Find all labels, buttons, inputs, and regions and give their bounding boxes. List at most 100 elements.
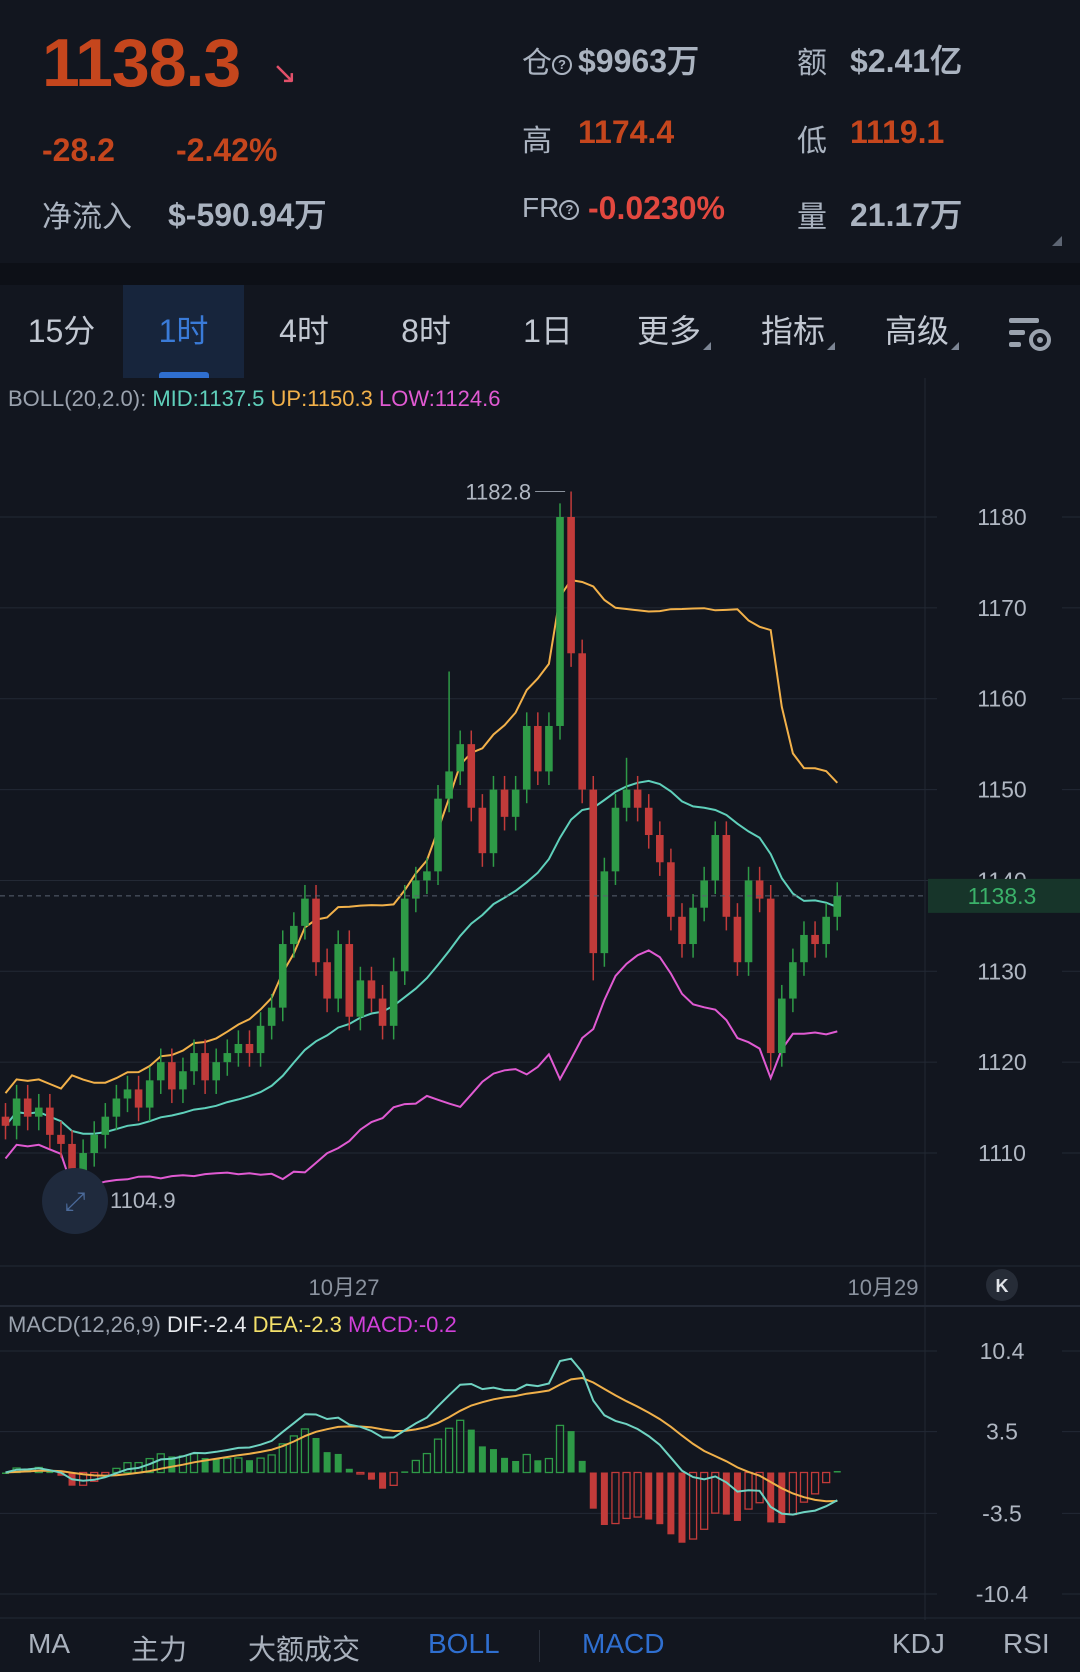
tab-more[interactable]: 更多	[612, 285, 736, 378]
indicator-boll[interactable]: BOLL	[428, 1628, 500, 1660]
candle-body	[201, 1053, 209, 1081]
macd-dif: DIF:-2.4	[166, 1312, 247, 1337]
indicator-ma[interactable]: MA	[28, 1628, 70, 1660]
chart-canvas[interactable]: 118011701160115011401130112011101138.311…	[0, 378, 1080, 1620]
macd-histogram-bar	[688, 1471, 698, 1540]
indicator-large-trades[interactable]: 大额成交	[248, 1628, 360, 1668]
current-price-label: 1138.3	[968, 883, 1037, 909]
dropdown-icon	[703, 342, 711, 350]
indicator-main-force[interactable]: 主力	[131, 1628, 187, 1668]
candle-body	[766, 898, 775, 1054]
price-axis-label: 1150	[977, 777, 1026, 803]
macd-histogram-bar	[212, 1458, 220, 1473]
chart-settings-icon[interactable]	[996, 285, 1066, 378]
tab-15m[interactable]: 15分	[0, 285, 123, 378]
indicator-macd[interactable]: MACD	[582, 1628, 664, 1660]
candle-body	[478, 807, 487, 854]
candlestick-chart[interactable]: 118011701160115011401130112011101138.311…	[0, 378, 1080, 1620]
tab-indicators[interactable]: 指标	[736, 285, 860, 378]
price-change-pct: -2.42%	[176, 132, 278, 168]
indicator-rsi[interactable]: RSI	[1003, 1628, 1050, 1660]
boll-legend: BOLL(20,2.0): MID:1137.5 UP:1150.3 LOW:1…	[8, 386, 501, 412]
macd-histogram-bar	[245, 1460, 253, 1473]
funding-rate-label-text: FR	[522, 192, 560, 223]
macd-histogram-bar	[379, 1472, 387, 1489]
macd-histogram-bar	[267, 1454, 276, 1474]
tab-label: 1时	[158, 313, 209, 349]
expand-corner-icon[interactable]	[1052, 236, 1062, 246]
arrow-down-right-icon: ↘	[272, 57, 298, 90]
macd-histogram-bar	[589, 1472, 597, 1509]
candle-body	[57, 1134, 65, 1144]
macd-histogram-bar	[234, 1457, 243, 1474]
open-interest-value: $9963万	[578, 43, 699, 79]
macd-histogram-bar	[833, 1471, 841, 1473]
macd-histogram-bar	[534, 1460, 542, 1473]
candle-body	[34, 1107, 43, 1117]
macd-histogram-bar	[356, 1471, 365, 1475]
macd-histogram-bar	[223, 1457, 232, 1474]
volume-value: 21.17万	[850, 197, 963, 233]
ticker-header: 1138.3 ↘ -28.2 -2.42% 净流入 $-590.94万 仓? $…	[0, 0, 1080, 263]
candle-body	[545, 725, 553, 772]
dif-line	[5, 1357, 838, 1516]
help-icon[interactable]: ?	[552, 55, 572, 76]
tab-advanced[interactable]: 高级	[860, 285, 984, 378]
tab-label: 8时	[401, 313, 451, 349]
tab-label: 更多	[636, 313, 701, 349]
candle-body	[733, 916, 742, 963]
macd-histogram-bar	[733, 1472, 741, 1521]
date-label: 10月29	[848, 1275, 919, 1300]
macd-histogram-bar	[633, 1471, 642, 1518]
candle-body	[290, 925, 298, 945]
macd-histogram-bar	[401, 1471, 409, 1473]
last-price: 1138.3	[42, 25, 241, 101]
boll-mid: MID:1137.5	[152, 386, 265, 411]
macd-histogram-bar	[611, 1471, 620, 1525]
low-value: 1119.1	[850, 114, 945, 150]
macd-histogram-bar	[578, 1460, 586, 1473]
candle-body	[700, 880, 708, 908]
candle-body	[511, 789, 520, 817]
divider	[0, 263, 1080, 285]
macd-histogram-bar	[46, 1471, 54, 1474]
high-label: 高	[522, 125, 552, 158]
indicator-tabs: MA 主力 大额成交 BOLL MACD KDJ RSI	[0, 1620, 1080, 1672]
candle-body	[578, 653, 586, 790]
candle-body	[667, 862, 675, 917]
candle-body	[778, 998, 786, 1054]
funding-rate-value: -0.0230%	[588, 190, 725, 226]
candle-body	[312, 898, 320, 963]
candle-body	[522, 725, 531, 790]
tab-8h[interactable]: 8时	[366, 285, 486, 378]
skip-icon: K	[996, 1276, 1009, 1296]
divider	[539, 1630, 540, 1662]
macd-axis-label: 10.4	[980, 1338, 1025, 1364]
macd-histogram-bar	[256, 1457, 265, 1474]
boll-lower-line	[4, 949, 838, 1189]
macd-histogram-bar	[645, 1472, 653, 1520]
macd-histogram-bar	[456, 1419, 465, 1474]
macd-histogram-bar	[501, 1457, 509, 1473]
tab-label: 1日	[523, 313, 573, 349]
candle-body	[367, 980, 376, 999]
tab-1d[interactable]: 1日	[488, 285, 608, 378]
interval-tabs: 15分 1时 4时 8时 1日 更多 指标 高级	[0, 285, 1080, 378]
indicator-kdj[interactable]: KDJ	[892, 1628, 945, 1660]
help-icon[interactable]: ?	[559, 199, 580, 220]
candle-body	[567, 517, 575, 654]
macd-axis-label: -10.4	[976, 1581, 1029, 1607]
candle-body	[234, 1043, 243, 1054]
macd-histogram-bar	[444, 1427, 454, 1474]
candle-body	[678, 916, 686, 945]
candle-body	[212, 1062, 221, 1081]
tab-4h[interactable]: 4时	[244, 285, 364, 378]
tab-label: 高级	[884, 313, 949, 349]
turnover-label: 额	[797, 47, 827, 80]
dropdown-icon	[827, 342, 835, 350]
boll-up: UP:1150.3	[270, 386, 373, 411]
macd-histogram-bar	[656, 1472, 664, 1525]
tab-1h[interactable]: 1时	[123, 285, 244, 378]
net-inflow-value: $-590.94万	[168, 197, 327, 233]
candle-body	[12, 1098, 21, 1126]
